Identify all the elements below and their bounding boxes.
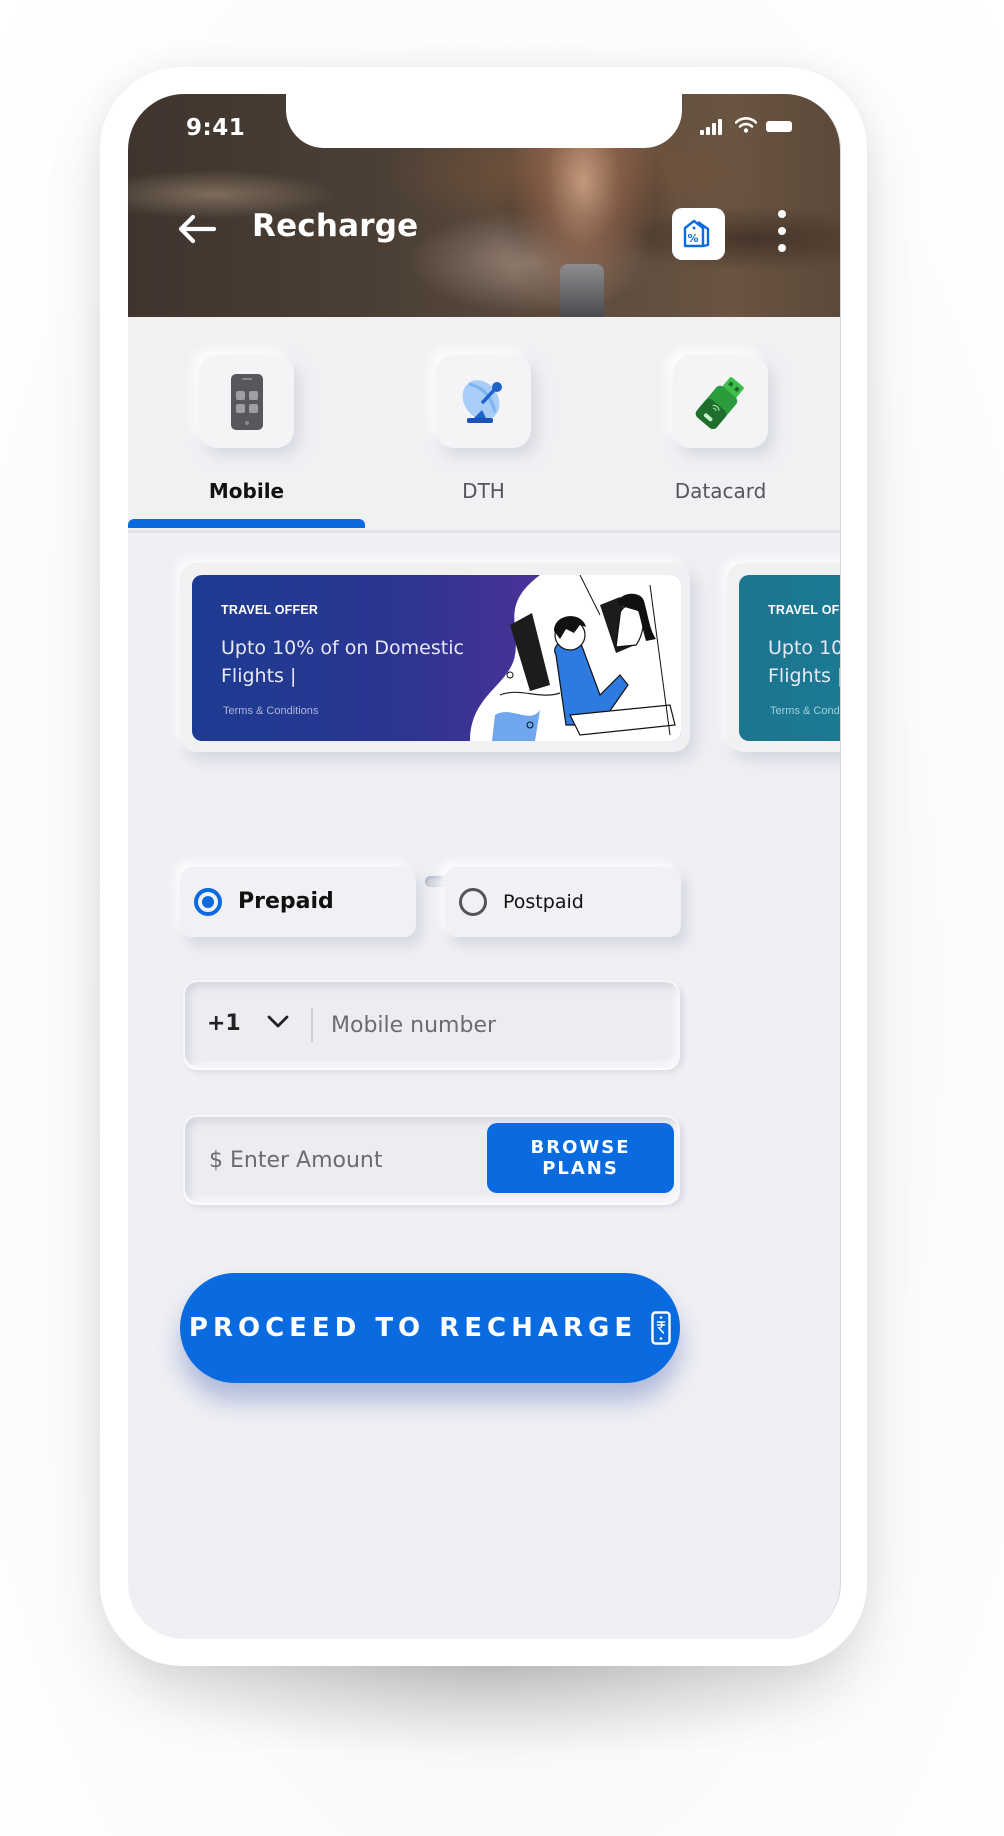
tab-icon-box (199, 355, 294, 448)
back-button[interactable] (174, 212, 220, 246)
tab-mobile[interactable]: Mobile (128, 317, 365, 530)
tab-icon-box (673, 355, 768, 448)
banner-kicker: TRAVEL OFFER (221, 603, 319, 617)
wifi-icon (735, 117, 757, 133)
banner-kicker: TRAVEL OFFER (768, 603, 840, 617)
radio-checked-icon (194, 888, 222, 916)
mobile-phone-icon (230, 373, 263, 430)
more-vertical-icon (778, 210, 786, 218)
percent-tag-icon: % (683, 219, 709, 248)
signal-icon (718, 119, 722, 135)
radio-prepaid[interactable]: Prepaid (180, 867, 416, 937)
svg-text:%: % (687, 232, 698, 245)
more-vertical-icon-dot (778, 227, 786, 235)
signal-icon (706, 127, 710, 135)
tab-icon-box (436, 355, 531, 448)
mobile-number-input[interactable] (329, 982, 673, 1068)
tab-label: Mobile (208, 479, 285, 503)
satellite-dish-icon (462, 379, 502, 423)
tab-label: Datacard (674, 479, 767, 503)
browse-plans-button[interactable]: BROWSE PLANS (487, 1123, 674, 1193)
more-vertical-icon-dot (778, 244, 786, 252)
signal-icon (712, 123, 716, 135)
header-photo-phone (560, 264, 604, 317)
radio-label: Postpaid (503, 891, 584, 913)
recharge-type-tabs: Mobile DTH Datacard (128, 317, 840, 533)
offer-banner-content: TRAVEL OFFER Upto 10% of on Domestic Fli… (192, 575, 681, 741)
banner-terms-link[interactable]: Terms & Conditions (223, 705, 318, 717)
signal-icon (700, 130, 704, 135)
device-notch (286, 94, 682, 148)
field-divider (311, 1008, 313, 1042)
radio-postpaid[interactable]: Postpaid (445, 867, 681, 937)
active-tab-indicator (128, 519, 365, 528)
banner-title: Upto 10% of on Domestic Flights | (221, 637, 464, 687)
radio-label: Prepaid (238, 889, 334, 914)
proceed-to-recharge-button[interactable]: PROCEED TO RECHARGE (180, 1273, 680, 1383)
usb-dongle-icon (695, 376, 744, 429)
status-icons (700, 117, 800, 135)
arrow-left-icon (178, 214, 217, 244)
tab-dth[interactable]: DTH (365, 317, 602, 530)
amount-field: BROWSE PLANS (183, 1115, 680, 1203)
proceed-label: PROCEED TO RECHARGE (188, 1313, 638, 1343)
banner-title: Upto 10% of on Domestic Flights | (768, 637, 840, 687)
page-title: Recharge (252, 208, 419, 244)
chevron-down-icon (267, 1015, 289, 1028)
tab-datacard[interactable]: Datacard (602, 317, 839, 530)
battery-icon (766, 121, 792, 132)
banner-terms-link[interactable]: Terms & Conditions (770, 705, 840, 717)
radio-unchecked-icon (459, 888, 487, 916)
rupee-phone-icon (651, 1311, 671, 1345)
status-time: 9:41 (186, 115, 246, 141)
offers-button[interactable]: % (672, 208, 725, 260)
tab-label: DTH (462, 479, 505, 503)
country-code-value: +1 (207, 1011, 241, 1036)
offer-banner[interactable]: TRAVEL OFFER Upto 10% of on Domestic Fli… (180, 563, 690, 752)
offer-banner-content: TRAVEL OFFER Upto 10% of on Domestic Fli… (739, 575, 840, 741)
app-screen: 9:41 Recharge % Mobile DTH Datacard TRAV… (128, 94, 841, 1639)
travel-illustration (470, 575, 681, 741)
phone-frame: 9:41 Recharge % Mobile DTH Datacard TRAV… (100, 67, 867, 1666)
country-code-select[interactable]: +1 (185, 982, 311, 1066)
more-options-button[interactable] (774, 210, 790, 254)
mobile-number-field: +1 (183, 980, 680, 1068)
offer-banner[interactable]: TRAVEL OFFER Upto 10% of on Domestic Fli… (727, 563, 840, 752)
